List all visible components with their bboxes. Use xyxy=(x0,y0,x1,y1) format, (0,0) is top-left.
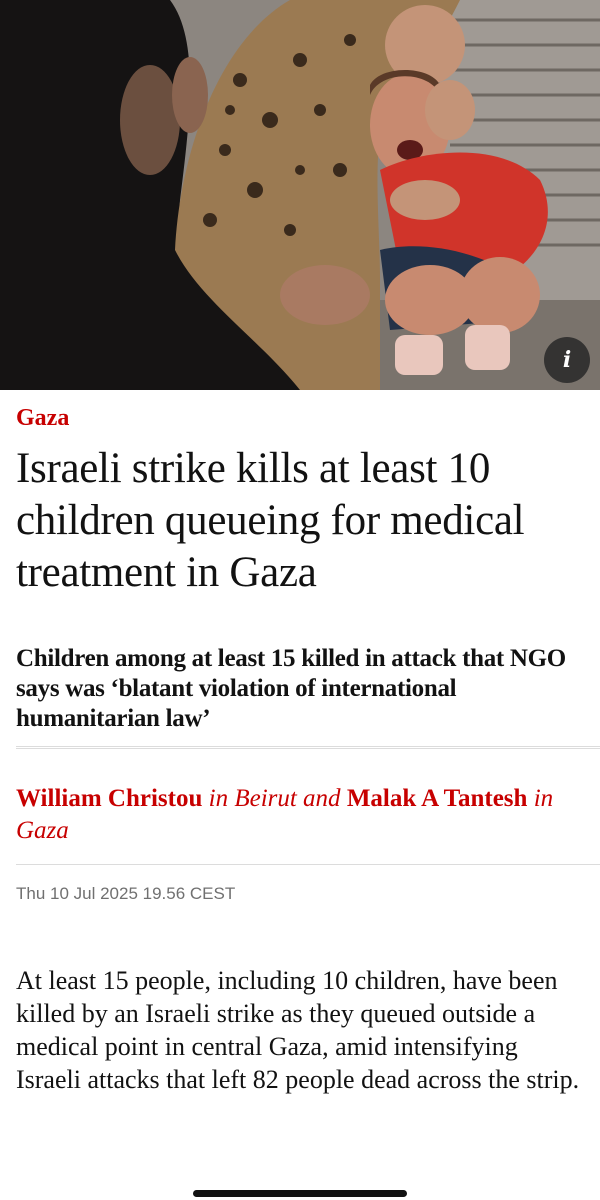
headline: Israeli strike kills at least 10 childre… xyxy=(16,445,525,596)
divider xyxy=(16,746,600,747)
byline: William Christou in Beirut and Malak A T… xyxy=(16,783,586,847)
divider xyxy=(16,864,600,865)
left-sandal xyxy=(395,335,443,375)
article-body: At least 15 people, including 10 childre… xyxy=(16,966,580,1094)
right-sandal xyxy=(465,325,510,370)
home-indicator[interactable] xyxy=(193,1190,407,1197)
author-link-1[interactable]: William Christou xyxy=(16,785,202,812)
author-link-2[interactable]: Malak A Tantesh xyxy=(347,785,528,812)
dateline: Thu 10 Jul 2025 19.56 CEST xyxy=(16,884,236,903)
divider xyxy=(16,748,600,749)
byline-location-1: in Beirut and xyxy=(208,785,341,812)
image-info-button[interactable]: i xyxy=(544,337,590,383)
hero-photo xyxy=(0,0,600,390)
standfirst: Children among at least 15 killed in att… xyxy=(16,645,566,732)
section-label[interactable]: Gaza xyxy=(16,405,69,432)
hero-image[interactable]: i xyxy=(0,0,600,390)
